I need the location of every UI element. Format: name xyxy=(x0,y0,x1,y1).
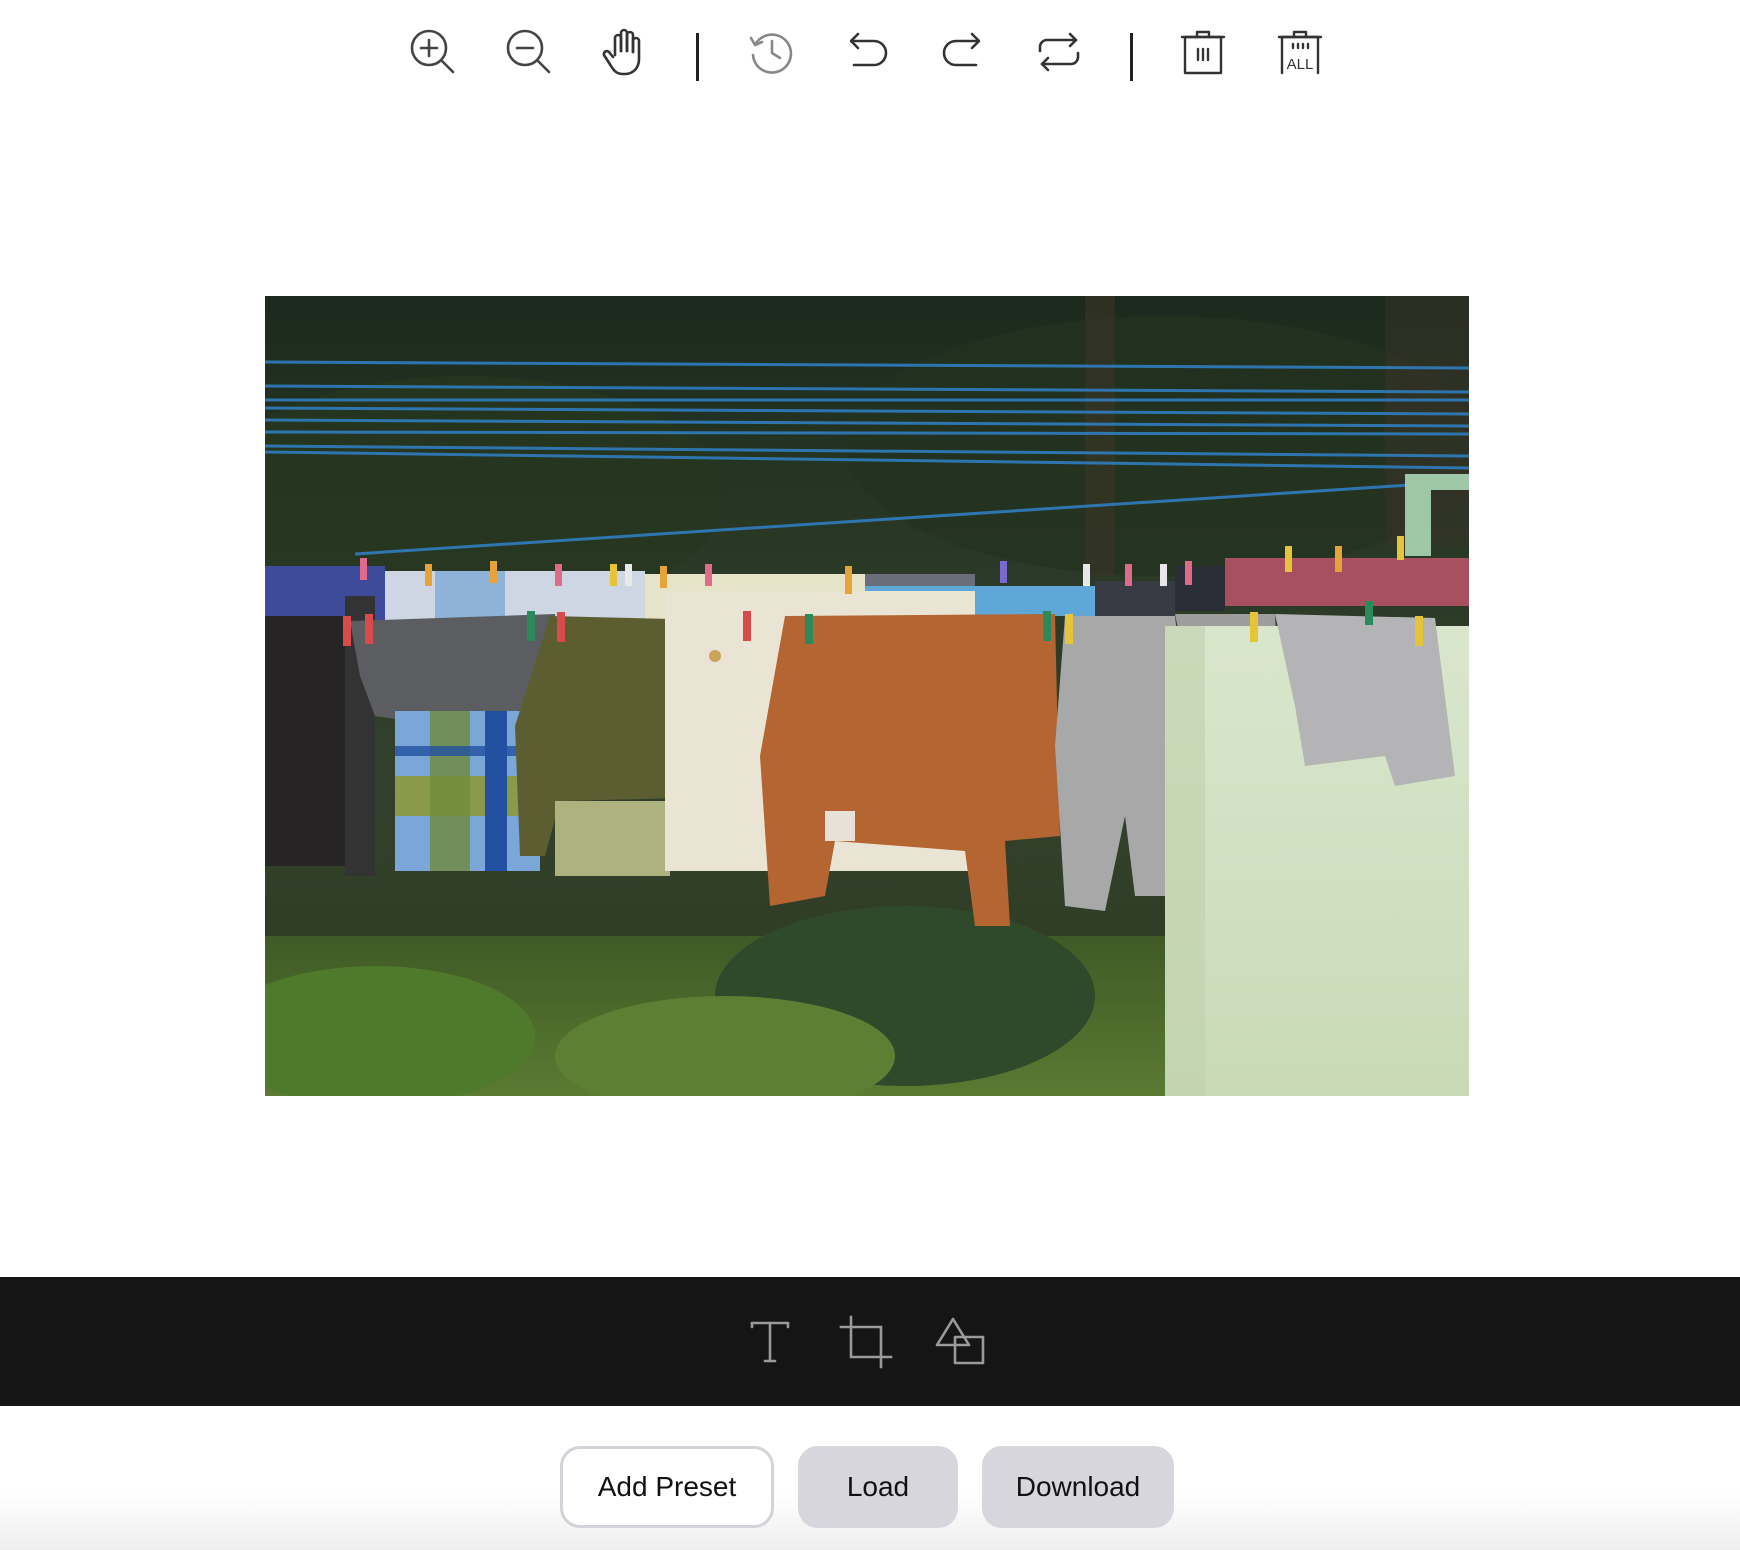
image-editor: ALL Add Preset Load Download xyxy=(0,0,1740,1550)
delete-icon xyxy=(1180,30,1226,75)
toolbar-divider xyxy=(696,33,699,81)
top-toolbar: ALL xyxy=(0,0,1740,110)
crop-tool-icon xyxy=(839,1315,893,1369)
canvas-area[interactable] xyxy=(0,110,1740,1277)
reset-icon xyxy=(1038,32,1080,72)
add-preset-button[interactable]: Add Preset xyxy=(560,1446,774,1528)
zoom-out-button[interactable] xyxy=(499,22,559,82)
toolbar-divider xyxy=(1130,33,1133,81)
download-label: Download xyxy=(1015,1471,1141,1502)
text-tool-icon xyxy=(750,1321,790,1363)
history-button[interactable] xyxy=(742,22,802,82)
zoom-in-button[interactable] xyxy=(403,22,463,82)
footer: Add Preset Load Download xyxy=(0,1406,1740,1550)
undo-icon xyxy=(849,32,888,67)
redo-icon xyxy=(942,32,981,67)
zoom-out-icon xyxy=(506,29,551,74)
redo-button[interactable] xyxy=(933,22,993,82)
shape-tool-button[interactable] xyxy=(927,1307,997,1377)
delete-all-button[interactable]: ALL xyxy=(1270,22,1330,82)
laundry-photo-image xyxy=(265,296,1469,1096)
load-button[interactable]: Load xyxy=(798,1446,958,1528)
hand-button[interactable] xyxy=(595,22,655,82)
undo-button[interactable] xyxy=(837,22,897,82)
load-label: Load xyxy=(846,1471,910,1502)
delete-all-icon: ALL xyxy=(1277,30,1323,75)
reset-button[interactable] xyxy=(1029,22,1089,82)
shape-tool-icon xyxy=(935,1317,985,1365)
crop-tool-button[interactable] xyxy=(831,1307,901,1377)
delete-all-label: ALL xyxy=(1287,56,1314,73)
tool-bar xyxy=(0,1277,1740,1406)
edited-photo[interactable] xyxy=(265,296,1469,1096)
zoom-in-icon xyxy=(410,29,455,74)
download-button[interactable]: Download xyxy=(982,1446,1174,1528)
history-icon xyxy=(749,33,793,74)
text-tool-button[interactable] xyxy=(735,1307,805,1377)
delete-button[interactable] xyxy=(1173,22,1233,82)
add-preset-label: Add Preset xyxy=(597,1471,737,1502)
hand-icon xyxy=(602,28,641,76)
